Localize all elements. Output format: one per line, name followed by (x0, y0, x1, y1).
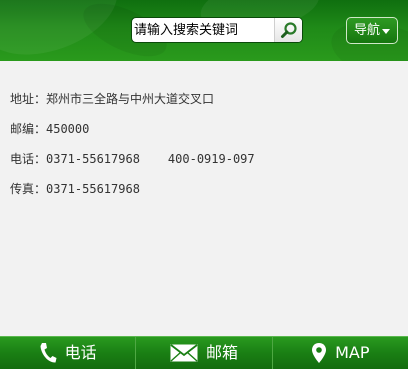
footer-map-label: MAP (335, 343, 370, 362)
footer-bar: 电话 邮箱 MAP (0, 336, 408, 369)
footer-phone-button[interactable]: 电话 (0, 337, 137, 369)
map-pin-icon (311, 342, 327, 364)
footer-phone-label: 电话 (64, 343, 97, 362)
search-box (131, 17, 303, 43)
phone-icon (39, 342, 57, 364)
phone-alt-text: 400-0919-097 (167, 152, 255, 166)
caret-down-icon (382, 29, 390, 34)
fax-text: 传真：0371-55617968 (10, 182, 140, 196)
nav-menu-label: 导航 (354, 23, 381, 38)
search-icon (281, 22, 297, 38)
footer-email-label: 邮箱 (205, 343, 238, 362)
nav-menu-button[interactable]: 导航 (346, 17, 398, 44)
envelope-icon (170, 344, 198, 362)
postcode-text: 邮编：450000 (10, 122, 90, 136)
phone-text: 电话：0371-55617968 (10, 152, 140, 166)
address-text: 地址：郑州市三全路与中州大道交叉口 (10, 92, 215, 106)
search-button[interactable] (274, 18, 302, 42)
search-input[interactable] (132, 18, 276, 42)
header-bar: 导航 (0, 0, 408, 61)
phone-row: 电话：0371-55617968 400-0919-097 (10, 150, 255, 168)
footer-map-button[interactable]: MAP (273, 337, 408, 369)
footer-email-button[interactable]: 邮箱 (136, 337, 273, 369)
